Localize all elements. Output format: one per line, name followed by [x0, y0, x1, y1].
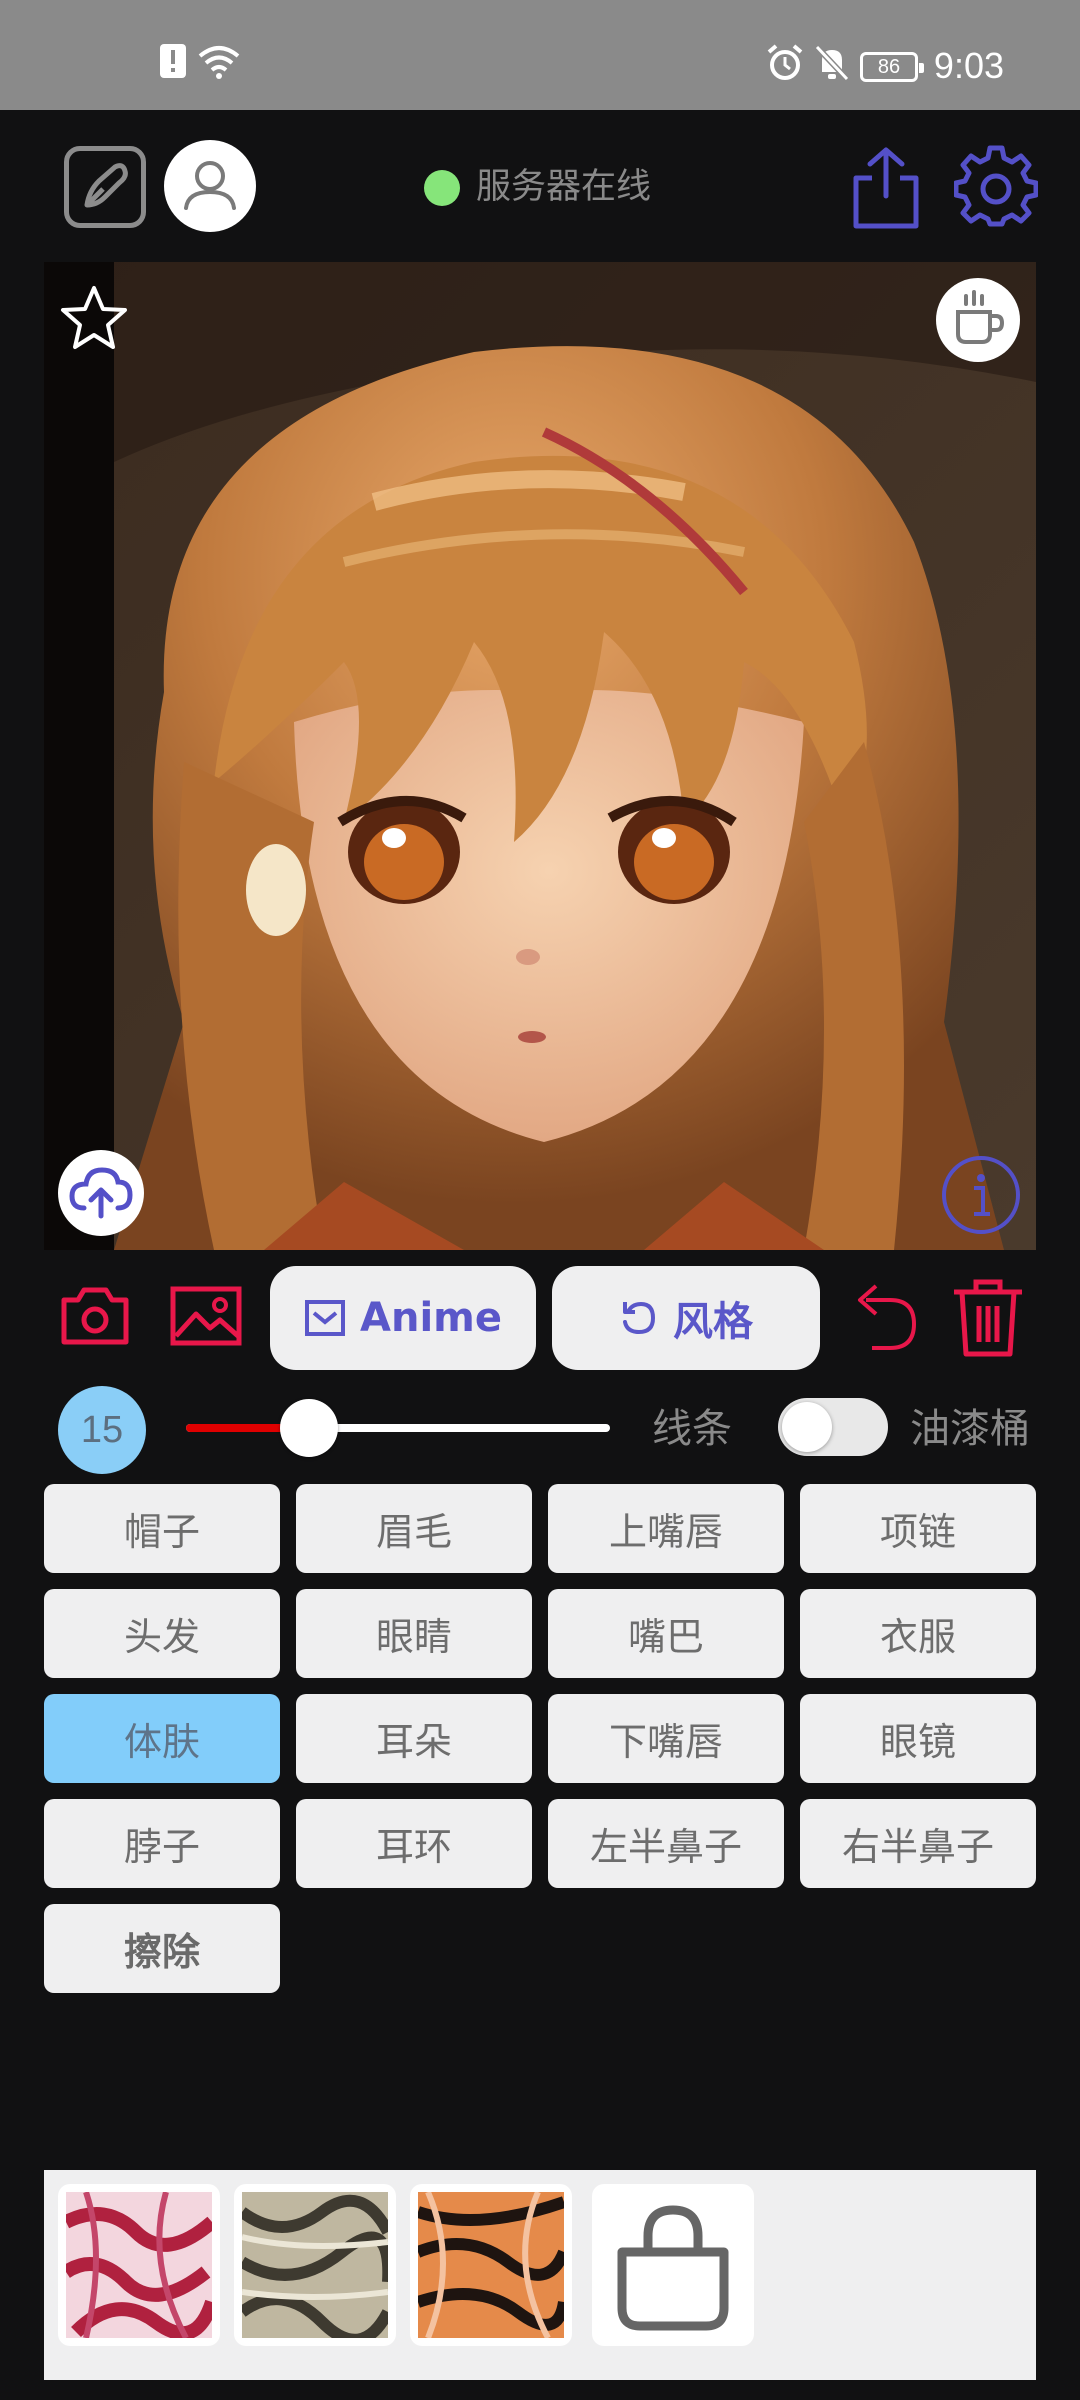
alarm-icon [767, 44, 803, 80]
texture-pink-image [66, 2192, 212, 2338]
share-button[interactable] [846, 144, 926, 230]
part-button[interactable]: 嘴巴 [548, 1589, 784, 1678]
toggle-knob [782, 1402, 832, 1452]
part-button[interactable]: 上嘴唇 [548, 1484, 784, 1573]
server-status-dot [424, 170, 460, 206]
style-button[interactable]: 风格 [552, 1266, 820, 1370]
part-button[interactable]: 下嘴唇 [548, 1694, 784, 1783]
part-button[interactable]: 帽子 [44, 1484, 280, 1573]
upload-button[interactable] [58, 1150, 144, 1236]
face-parts-grid: 帽子 眉毛 上嘴唇 项链头发 眼睛 嘴巴 衣服体肤 耳朵 下嘴唇 眼镜脖子 耳环 左半鼻子 右半鼻子擦除 [44, 1484, 1036, 1993]
part-button[interactable]: 擦除 [44, 1904, 280, 1993]
anime-button[interactable]: Anime [270, 1266, 536, 1370]
line-mode-label: 线条 [652, 1406, 732, 1452]
info-button[interactable] [940, 1154, 1022, 1236]
part-button[interactable]: 脖子 [44, 1799, 280, 1888]
part-button[interactable]: 眼睛 [296, 1589, 532, 1678]
mail-icon [305, 1300, 346, 1336]
camera-icon[interactable] [60, 1284, 130, 1346]
style-button-label: 风格 [673, 1299, 753, 1345]
upload-icon [69, 1167, 133, 1219]
brush-size-badge: 15 [58, 1386, 146, 1474]
texture-swatch-pink[interactable] [58, 2184, 220, 2346]
part-button[interactable]: 眼镜 [800, 1694, 1036, 1783]
mute-icon [814, 44, 850, 82]
part-button[interactable]: 眉毛 [296, 1484, 532, 1573]
refresh-icon [623, 1301, 656, 1335]
user-avatar-button[interactable] [164, 140, 256, 232]
alert-icon [160, 44, 186, 78]
part-button[interactable]: 左半鼻子 [548, 1799, 784, 1888]
part-button[interactable]: 项链 [800, 1484, 1036, 1573]
battery-indicator: 86 [860, 52, 924, 82]
gallery-icon[interactable] [170, 1286, 242, 1346]
anime-button-label: Anime [360, 1295, 502, 1341]
part-button[interactable]: 耳朵 [296, 1694, 532, 1783]
settings-button[interactable] [953, 144, 1039, 228]
anime-portrait-image [44, 262, 1036, 1250]
part-button[interactable]: 衣服 [800, 1589, 1036, 1678]
texture-swatch-gray[interactable] [234, 2184, 396, 2346]
texture-tiger-image [418, 2192, 564, 2338]
image-canvas[interactable] [44, 262, 1036, 1250]
edit-button[interactable] [64, 146, 146, 228]
brush-size-slider[interactable] [186, 1399, 610, 1457]
server-status-text: 服务器在线 [476, 167, 652, 207]
settings-icon [953, 145, 1039, 227]
donate-button[interactable] [936, 278, 1020, 362]
status-bar: 86 9:03 [0, 0, 1080, 110]
paint-bucket-toggle[interactable] [778, 1398, 888, 1456]
edit-icon [84, 163, 128, 208]
favorite-button[interactable] [58, 282, 130, 354]
texture-swatch-tiger[interactable] [410, 2184, 572, 2346]
coffee-icon [956, 290, 1005, 344]
app-root: 86 9:03 服务器在线 Anime 风格 15 线条 油漆桶 帽子 眉毛 上… [0, 0, 1080, 2400]
wifi-icon [198, 46, 240, 79]
texture-shop-button[interactable] [592, 2184, 754, 2346]
info-icon [942, 1156, 1020, 1234]
trash-icon[interactable] [948, 1276, 1028, 1358]
part-button[interactable]: 耳环 [296, 1799, 532, 1888]
part-button[interactable]: 头发 [44, 1589, 280, 1678]
shop-icon [617, 2205, 729, 2331]
undo-icon[interactable] [846, 1282, 918, 1352]
paint-bucket-label: 油漆桶 [910, 1406, 1030, 1452]
share-icon [853, 147, 919, 229]
texture-tray [44, 2170, 1036, 2380]
star-icon [61, 286, 127, 349]
clock: 9:03 [933, 45, 1004, 86]
user-icon [184, 161, 236, 210]
texture-gray-image [242, 2192, 388, 2338]
part-button[interactable]: 体肤 [44, 1694, 280, 1783]
slider-thumb[interactable] [279, 1399, 338, 1457]
part-button[interactable]: 右半鼻子 [800, 1799, 1036, 1888]
